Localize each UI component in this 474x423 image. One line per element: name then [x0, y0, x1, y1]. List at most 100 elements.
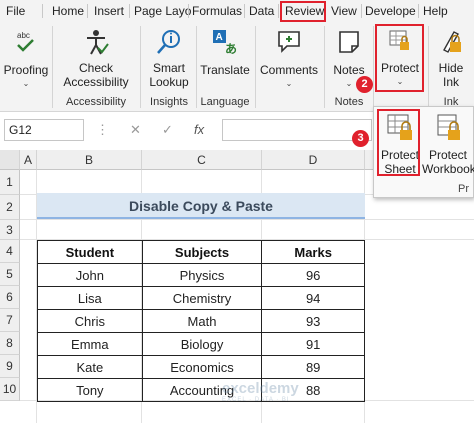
tab-developer[interactable]: Develope: [365, 0, 416, 22]
student-cell[interactable]: John: [37, 263, 143, 287]
tab-data[interactable]: Data: [249, 0, 274, 22]
marks-cell[interactable]: 96: [261, 263, 365, 287]
translate-label: Translate: [200, 63, 250, 77]
group-separator: [428, 26, 429, 108]
review-tab-highlight: [280, 1, 326, 22]
marks-cell[interactable]: 93: [261, 309, 365, 333]
formula-input[interactable]: [222, 119, 372, 141]
row-header-1[interactable]: 1: [0, 170, 20, 195]
hide-ink-icon: [443, 31, 461, 53]
row-header-5[interactable]: 5: [0, 263, 20, 286]
select-all-corner[interactable]: [0, 150, 20, 170]
smart-lookup-button[interactable]: Smart Lookup: [144, 28, 194, 89]
tab-view[interactable]: View: [331, 0, 357, 22]
tab-home[interactable]: Home: [52, 0, 84, 22]
row-header-10[interactable]: 10: [0, 378, 20, 401]
svg-text:abc: abc: [17, 31, 30, 40]
marks-cell[interactable]: 94: [261, 286, 365, 310]
subject-cell[interactable]: Chemistry: [141, 286, 263, 310]
group-separator: [324, 26, 325, 108]
smart-lookup-icon: [157, 30, 180, 54]
translate-icon: A あ: [213, 30, 237, 56]
tab-separator: [42, 4, 43, 18]
language-group-label: Language: [200, 96, 250, 108]
column-header-d[interactable]: D: [262, 150, 365, 170]
cancel-icon[interactable]: ✕: [130, 119, 141, 141]
row-header-7[interactable]: 7: [0, 309, 20, 332]
header-marks[interactable]: Marks: [261, 240, 365, 264]
header-subjects[interactable]: Subjects: [141, 240, 263, 264]
accessibility-icon: [87, 30, 109, 55]
student-cell[interactable]: Kate: [37, 355, 143, 379]
protect-workbook-label: Protect Workbook: [422, 148, 474, 176]
row-header-2[interactable]: 2: [0, 195, 20, 220]
protect-workbook-icon: [437, 114, 460, 140]
marks-cell[interactable]: 91: [261, 332, 365, 356]
tab-page-layout[interactable]: Page Layo: [134, 0, 191, 22]
step-badge-2: 2: [356, 76, 373, 93]
row-header-4[interactable]: 4: [0, 240, 20, 263]
more-options-icon: ⋮: [96, 122, 109, 137]
row-header-8[interactable]: 8: [0, 332, 20, 355]
hide-ink-label: Hide Ink: [438, 61, 464, 89]
tab-separator: [188, 4, 189, 18]
table-row: Kate Economics 89: [37, 355, 365, 379]
svg-text:あ: あ: [225, 42, 237, 56]
student-cell[interactable]: Lisa: [37, 286, 143, 310]
check-accessibility-button[interactable]: Check Accessibility: [56, 28, 136, 89]
student-cell[interactable]: Emma: [37, 332, 143, 356]
watermark-brand: exceldemy: [222, 380, 299, 397]
name-box[interactable]: G12: [4, 119, 84, 141]
subject-cell[interactable]: Math: [141, 309, 263, 333]
watermark-tagline: EXCEL · DATA · BI: [222, 397, 290, 403]
tab-separator: [418, 4, 419, 18]
tab-separator: [129, 4, 130, 18]
enter-icon[interactable]: ✓: [162, 119, 173, 141]
column-header-b[interactable]: B: [37, 150, 142, 170]
notes-label: Notes: [333, 63, 365, 77]
table-row: Chris Math 93: [37, 309, 365, 333]
protect-group-label: Pr: [458, 183, 469, 195]
marks-cell[interactable]: 89: [261, 355, 365, 379]
student-cell[interactable]: Chris: [37, 309, 143, 333]
gridline: [20, 219, 474, 220]
group-separator: [196, 26, 197, 108]
accessibility-group-label: Accessibility: [66, 96, 126, 108]
chevron-down-icon: ⌄: [285, 79, 293, 88]
column-header-c[interactable]: C: [142, 150, 262, 170]
group-separator: [140, 26, 141, 108]
comments-button[interactable]: Comments ⌄: [258, 28, 320, 91]
group-separator: [52, 26, 53, 108]
tab-help[interactable]: Help: [423, 0, 448, 22]
protect-workbook-button[interactable]: Protect Workbook: [422, 113, 474, 176]
watermark: exceldemy EXCEL · DATA · BI: [222, 380, 299, 403]
group-separator: [373, 26, 374, 108]
protect-sheet-highlight: [377, 109, 420, 176]
hide-ink-button[interactable]: Hide Ink: [431, 28, 471, 89]
row-header-3[interactable]: 3: [0, 220, 20, 240]
tab-separator: [87, 4, 88, 18]
table-row: John Physics 96: [37, 263, 365, 287]
tab-file[interactable]: File: [6, 0, 25, 22]
notes-group-label: Notes: [334, 96, 364, 108]
student-cell[interactable]: Tony: [37, 378, 143, 402]
proofing-button[interactable]: abc Proofing ⌄: [2, 28, 50, 91]
insert-function-icon[interactable]: fx: [194, 119, 204, 141]
subject-cell[interactable]: Biology: [141, 332, 263, 356]
column-header-a[interactable]: A: [20, 150, 37, 170]
group-separator: [255, 26, 256, 108]
row-header-6[interactable]: 6: [0, 286, 20, 309]
student-marks-table: Student Subjects Marks John Physics 96 L…: [37, 240, 365, 402]
sheet-title[interactable]: Disable Copy & Paste: [37, 193, 365, 219]
tab-formulas[interactable]: Formulas: [192, 0, 242, 22]
table-row: Emma Biology 91: [37, 332, 365, 356]
translate-button[interactable]: A あ Translate: [198, 28, 252, 77]
row-header-9[interactable]: 9: [0, 355, 20, 378]
subject-cell[interactable]: Economics: [141, 355, 263, 379]
smart-lookup-label: Smart Lookup: [149, 61, 189, 89]
abc-check-icon: abc: [17, 31, 34, 52]
tab-insert[interactable]: Insert: [94, 0, 124, 22]
header-student[interactable]: Student: [37, 240, 143, 264]
note-icon: [339, 31, 359, 53]
subject-cell[interactable]: Physics: [141, 263, 263, 287]
